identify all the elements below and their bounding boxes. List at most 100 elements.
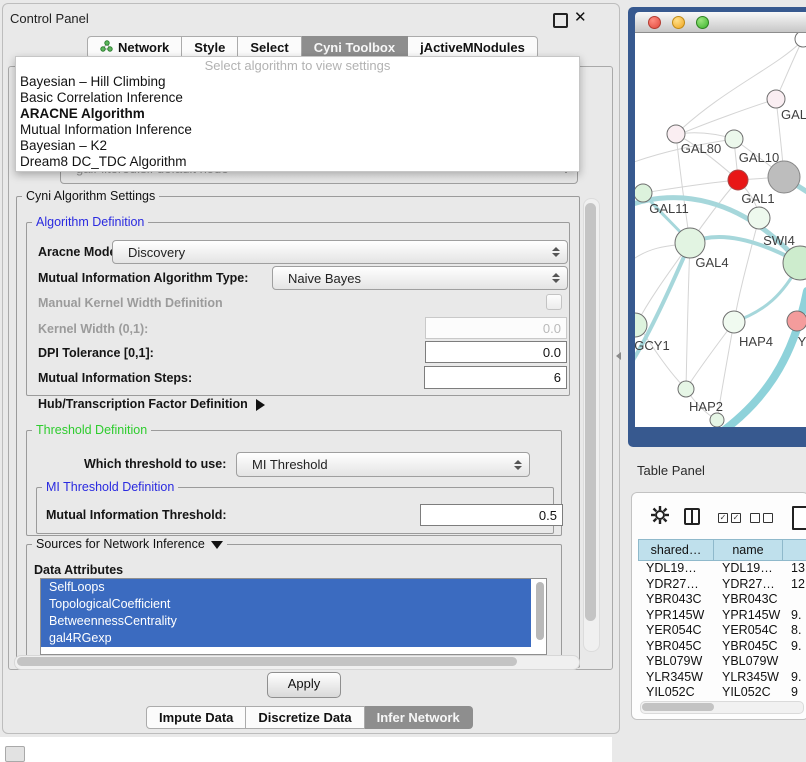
aracne-mode-select[interactable]: Discovery [112, 240, 568, 264]
sources-group-title[interactable]: Sources for Network Inference [32, 537, 227, 551]
network-node-gal[interactable] [767, 90, 785, 108]
network-node[interactable] [748, 207, 770, 229]
tab-label: jActiveMNodules [420, 37, 525, 58]
table-cell: YBR045C [638, 639, 714, 655]
scrollbar-thumb[interactable] [585, 203, 596, 621]
splitter-collapse-icon[interactable] [616, 352, 621, 360]
apply-button[interactable]: Apply [267, 672, 341, 698]
network-node-gal1[interactable] [728, 170, 748, 190]
network-edge[interactable] [686, 322, 734, 389]
table-horizontal-scrollbar[interactable] [640, 701, 804, 714]
column-header-shared[interactable]: shared… [638, 539, 714, 561]
tab-discretize-data[interactable]: Discretize Data [246, 706, 364, 729]
page-icon[interactable] [792, 506, 806, 530]
zoom-window-icon[interactable] [696, 16, 709, 29]
algorithm-option-bayesian-hill-climbing[interactable]: Bayesian – Hill Climbing [16, 74, 579, 90]
dpi-tolerance-input[interactable] [425, 341, 567, 363]
network-node-gal4[interactable] [675, 228, 705, 258]
network-edge[interactable] [643, 180, 738, 193]
table-row[interactable]: YBR045CYBR045C9. [638, 639, 806, 655]
node-label: Y [798, 334, 806, 349]
minimized-panel-icon[interactable] [5, 746, 25, 762]
scrollbar-thumb[interactable] [642, 703, 714, 711]
node-label: GAL [781, 107, 806, 122]
table-cell: YBR045C [714, 639, 783, 655]
network-edge[interactable] [686, 243, 690, 389]
table-cell: 8. [783, 623, 806, 639]
table-row[interactable]: YBR043CYBR043C [638, 592, 806, 608]
network-edge[interactable] [685, 99, 776, 132]
network-graph[interactable]: GALGAL80GAL10GAL1GAL11SWI4GAL4GCY1HAP4YH… [635, 33, 806, 427]
which-threshold-label: Which threshold to use: [84, 457, 226, 471]
mi-threshold-label: Mutual Information Threshold: [46, 508, 227, 522]
algorithm-placeholder: Select algorithm to view settings [16, 57, 579, 74]
network-node-hap4[interactable] [723, 311, 745, 333]
stepper-icon [548, 247, 564, 257]
network-node[interactable] [795, 33, 806, 47]
network-window-titlebar[interactable] [635, 12, 806, 33]
attribute-items: SelfLoopsTopologicalCoefficientBetweenne… [41, 579, 546, 647]
network-node-gal10[interactable] [725, 130, 743, 148]
attribute-item-selfloops[interactable]: SelfLoops [41, 579, 531, 596]
table-cell: YER054C [638, 623, 714, 639]
mi-threshold-input[interactable] [420, 504, 563, 526]
network-canvas[interactable]: GALGAL80GAL10GAL1GAL11SWI4GAL4GCY1HAP4YH… [635, 33, 806, 427]
mi-steps-input[interactable] [424, 366, 567, 389]
network-node-gcy1[interactable] [635, 313, 647, 337]
node-label: GAL1 [741, 191, 774, 206]
attribute-item-gal4rgexp[interactable]: gal4RGexp [41, 630, 531, 647]
algorithm-option-aracne-algorithm[interactable]: ARACNE Algorithm [16, 106, 579, 122]
hub-definition-toggle[interactable]: Hub/Transcription Factor Definition [38, 397, 265, 411]
close-window-icon[interactable] [648, 16, 661, 29]
attribute-item-betweennesscentrality[interactable]: BetweennessCentrality [41, 613, 531, 630]
tab-infer-network[interactable]: Infer Network [365, 706, 473, 729]
table-panel-title: Table Panel [637, 463, 705, 478]
scrollbar-thumb[interactable] [17, 657, 517, 666]
threshold-definition-title: Threshold Definition [32, 423, 151, 437]
column-header-a[interactable]: A [783, 539, 806, 561]
settings-horizontal-scrollbar[interactable] [14, 655, 580, 670]
settings-vertical-scrollbar[interactable] [583, 198, 600, 652]
stepper-icon [510, 460, 526, 470]
table-cell: 9 [783, 685, 806, 700]
table-row[interactable]: YLR345WYLR345W9. [638, 670, 806, 686]
table-cell: 9. [783, 639, 806, 655]
network-node[interactable] [710, 413, 724, 427]
select-all-icon[interactable]: ✓✓ [718, 513, 741, 523]
minimize-window-icon[interactable] [672, 16, 685, 29]
table-row[interactable]: YPR145WYPR145W9. [638, 608, 806, 624]
deselect-all-icon[interactable] [750, 513, 773, 523]
tab-impute-data[interactable]: Impute Data [146, 706, 246, 729]
float-panel-icon[interactable] [553, 13, 568, 28]
gear-icon[interactable] [650, 505, 670, 525]
which-threshold-select[interactable]: MI Threshold [236, 452, 530, 477]
table-row[interactable]: YDL19…YDL19…13 [638, 561, 806, 577]
algorithm-definition-title: Algorithm Definition [32, 215, 148, 229]
network-node-gal11[interactable] [635, 184, 652, 202]
table-row[interactable]: YIL052CYIL052C9 [638, 685, 806, 700]
algorithm-option-basic-correlation-inference[interactable]: Basic Correlation Inference [16, 90, 579, 106]
network-edge[interactable] [734, 218, 759, 322]
columns-icon[interactable] [684, 508, 700, 525]
algorithm-option-mutual-information-inference[interactable]: Mutual Information Inference [16, 122, 579, 138]
close-icon[interactable]: ✕ [574, 8, 587, 26]
table-cell: YBR043C [638, 592, 714, 608]
node-label: GCY1 [635, 338, 670, 353]
column-header-name[interactable]: name [714, 539, 783, 561]
mi-type-select[interactable]: Naive Bayes [272, 266, 568, 290]
table-row[interactable]: YBL079WYBL079W [638, 654, 806, 670]
table-cell: YPR145W [714, 608, 783, 624]
disclosure-down-icon [211, 541, 223, 549]
network-node-hap2[interactable] [678, 381, 694, 397]
network-node[interactable] [768, 161, 800, 193]
list-scrollbar-thumb[interactable] [536, 582, 544, 640]
attribute-item-topologicalcoefficient[interactable]: TopologicalCoefficient [41, 596, 531, 613]
algorithm-option-dream8-dc-tdc-algorithm[interactable]: Dream8 DC_TDC Algorithm [16, 154, 579, 170]
tab-label: Style [194, 37, 225, 58]
network-node-y[interactable] [787, 311, 806, 331]
network-edge[interactable] [776, 41, 802, 99]
table-row[interactable]: YDR27…YDR27…12 [638, 577, 806, 593]
table-row[interactable]: YER054CYER054C8. [638, 623, 806, 639]
algorithm-option-bayesian-k2[interactable]: Bayesian – K2 [16, 138, 579, 154]
table-cell: 9. [783, 670, 806, 686]
